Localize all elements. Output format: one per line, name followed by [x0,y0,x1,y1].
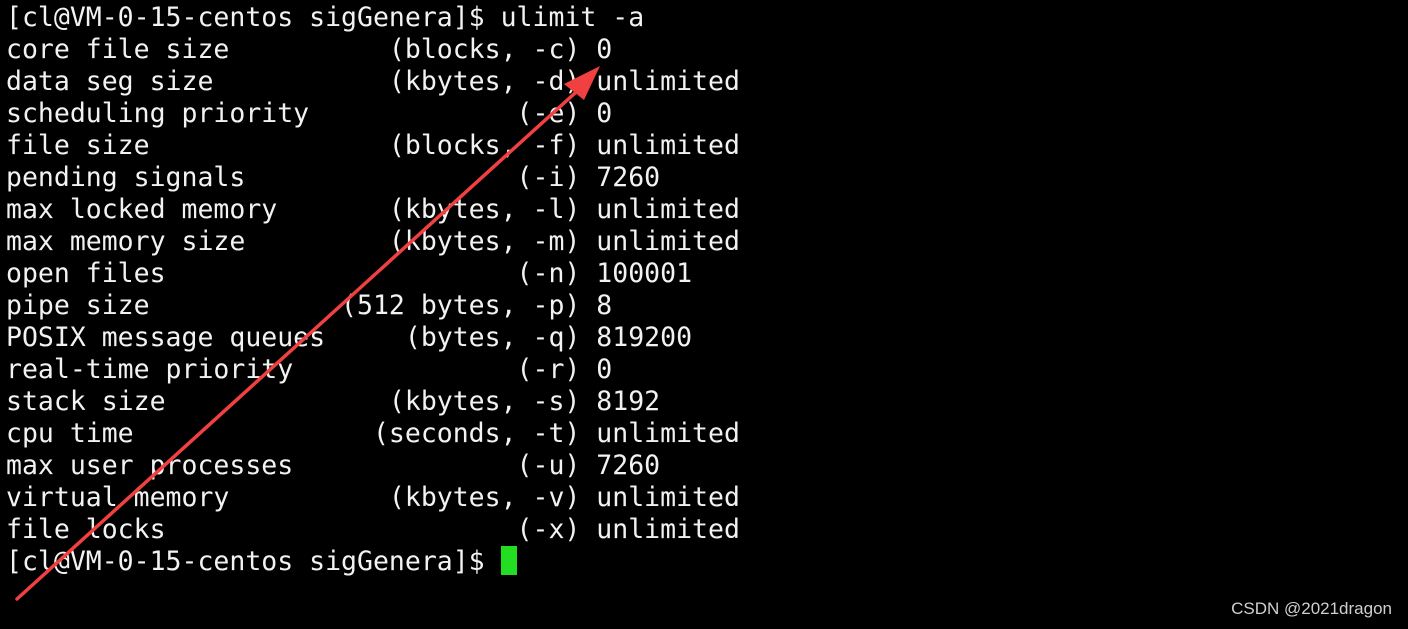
terminal-line: scheduling priority (-e) 0 [6,98,613,129]
text-cursor [500,546,517,575]
terminal-line: pipe size (512 bytes, -p) 8 [6,290,613,321]
terminal-line: [cl@VM-0-15-centos sigGenera]$ ulimit -a [6,2,645,33]
terminal-output: [cl@VM-0-15-centos sigGenera]$ ulimit -a… [6,2,740,578]
terminal-line: stack size (kbytes, -s) 8192 [6,386,661,417]
terminal-line: core file size (blocks, -c) 0 [6,34,613,65]
terminal-window[interactable]: [cl@VM-0-15-centos sigGenera]$ ulimit -a… [0,0,1408,629]
terminal-line: POSIX message queues (bytes, -q) 819200 [6,322,693,353]
terminal-line: data seg size (kbytes, -d) unlimited [6,66,740,97]
terminal-line: virtual memory (kbytes, -v) unlimited [6,482,740,513]
terminal-line: max locked memory (kbytes, -l) unlimited [6,194,740,225]
terminal-line: file locks (-x) unlimited [6,514,740,545]
shell-prompt: [cl@VM-0-15-centos sigGenera]$ [6,546,501,577]
terminal-line: file size (blocks, -f) unlimited [6,130,740,161]
terminal-line: max memory size (kbytes, -m) unlimited [6,226,740,257]
terminal-line: open files (-n) 100001 [6,258,693,289]
watermark: CSDN @2021dragon [1231,599,1392,618]
terminal-line: pending signals (-i) 7260 [6,162,661,193]
terminal-line: real-time priority (-r) 0 [6,354,613,385]
terminal-prompt-line[interactable]: [cl@VM-0-15-centos sigGenera]$ [6,546,740,578]
terminal-line: max user processes (-u) 7260 [6,450,661,481]
terminal-line: cpu time (seconds, -t) unlimited [6,418,740,449]
